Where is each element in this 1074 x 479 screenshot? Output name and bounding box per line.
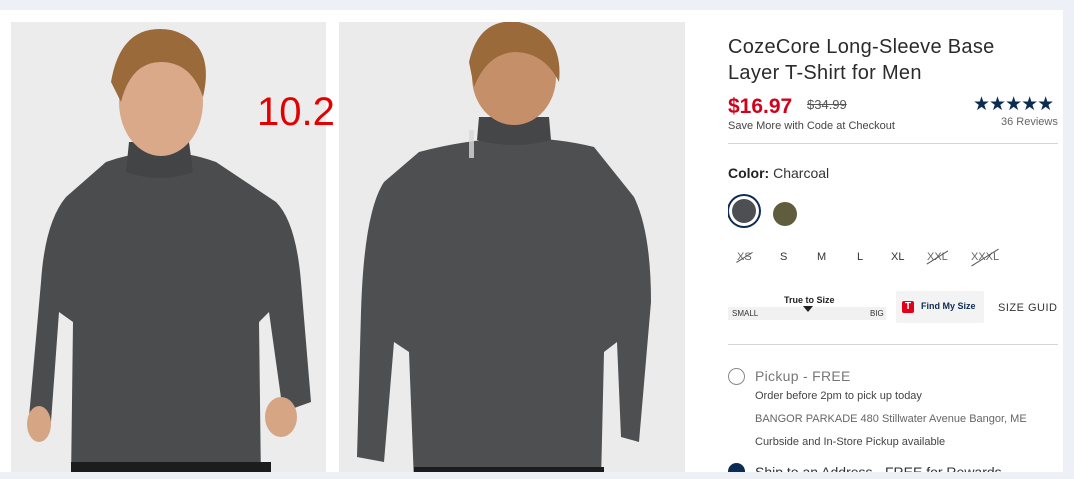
product-info-panel: CozeCore Long-Sleeve Base Layer T-Shirt … [728, 10, 1058, 479]
size-xxxl-option[interactable]: XXXL [971, 251, 999, 263]
fit-big-label: BIG [870, 309, 884, 318]
overlay-number: 10.2 [257, 90, 335, 134]
original-price: $34.99 [807, 97, 847, 112]
swatch-charcoal[interactable] [732, 199, 756, 223]
find-my-size-label: Find My Size [921, 301, 976, 311]
rating-stars-icon[interactable]: ★★★★★ [973, 93, 1054, 116]
pickup-availability: Curbside and In-Store Pickup available [755, 436, 946, 448]
pickup-radio[interactable] [728, 368, 745, 385]
size-guide-link[interactable]: SIZE GUIDE [998, 302, 1058, 314]
find-my-size-button[interactable]: T Find My Size [896, 291, 984, 323]
size-m-option[interactable]: M [817, 251, 826, 263]
swatch-olive[interactable] [773, 202, 797, 226]
size-s-option[interactable]: S [780, 251, 787, 263]
size-xxl-option[interactable]: XXL [927, 251, 948, 263]
divider [728, 344, 1058, 345]
color-label: Color: [728, 165, 770, 181]
window-edge [1063, 0, 1074, 479]
model-back-image [339, 22, 685, 479]
product-page: 10.2 CozeCore Long-Sleeve Base Layer T-S… [0, 10, 1074, 479]
fit-title: True to Size [784, 295, 835, 305]
product-photo-back[interactable] [339, 22, 685, 479]
t-logo-icon: T [902, 301, 914, 313]
color-label-row: Color: Charcoal [728, 165, 829, 181]
fit-small-label: SMALL [732, 309, 759, 318]
size-xl-option[interactable]: XL [891, 251, 904, 263]
product-title: CozeCore Long-Sleeve Base Layer T-Shirt … [728, 36, 995, 84]
size-l-option[interactable]: L [857, 251, 863, 263]
window-bottom-edge [0, 472, 1074, 479]
pickup-label[interactable]: Pickup - FREE [755, 368, 851, 384]
divider [728, 143, 1058, 144]
fit-indicator-icon [803, 306, 813, 312]
pickup-store[interactable]: BANGOR PARKADE 480 Stillwater Avenue Ban… [755, 413, 1027, 425]
sale-price: $16.97 [728, 95, 793, 118]
promo-note: Save More with Code at Checkout [728, 120, 895, 132]
review-count-link[interactable]: 36 Reviews [1001, 116, 1058, 128]
size-xs-option[interactable]: XS [737, 251, 752, 263]
pickup-note: Order before 2pm to pick up today [755, 390, 922, 402]
selected-color-name: Charcoal [773, 165, 830, 181]
